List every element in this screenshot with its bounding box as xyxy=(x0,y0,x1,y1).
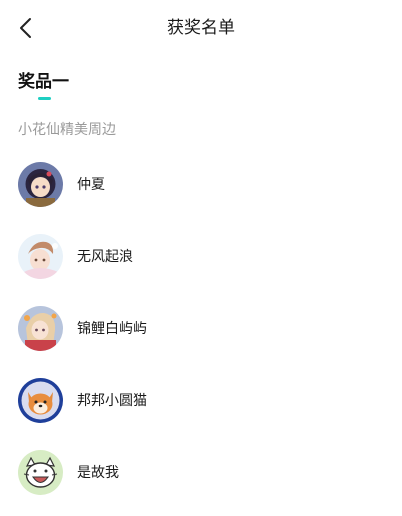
list-item[interactable]: 邦邦小圆猫 xyxy=(0,366,402,438)
winner-name: 锦鲤白屿屿 xyxy=(77,321,147,337)
list-item[interactable]: 仲夏 xyxy=(0,150,402,222)
winner-name: 是故我 xyxy=(77,465,119,481)
anime-girl-lantern-avatar xyxy=(18,306,63,351)
winner-list: 仲夏 无风起浪 锦鲤白屿屿 邦邦小圆猫 是故我 xyxy=(0,150,402,510)
list-item[interactable]: 是故我 xyxy=(0,438,402,510)
prize-name: 小花仙精美周边 xyxy=(18,122,116,138)
list-item[interactable]: 锦鲤白屿屿 xyxy=(0,294,402,366)
tab-prize-one[interactable]: 奖品一 xyxy=(18,71,69,93)
tab-active-indicator xyxy=(38,97,51,100)
winner-name: 邦邦小圆猫 xyxy=(77,393,147,409)
list-item[interactable]: 无风起浪 xyxy=(0,222,402,294)
winner-name: 仲夏 xyxy=(77,177,105,193)
top-bar: 获奖名单 xyxy=(0,0,402,56)
page-title: 获奖名单 xyxy=(167,18,235,38)
shiba-dog-avatar xyxy=(18,378,63,423)
cat-cartoon-avatar xyxy=(18,450,63,495)
winner-name: 无风起浪 xyxy=(77,249,133,265)
anime-girl-avatar xyxy=(18,162,63,207)
anime-boy-avatar xyxy=(18,234,63,279)
